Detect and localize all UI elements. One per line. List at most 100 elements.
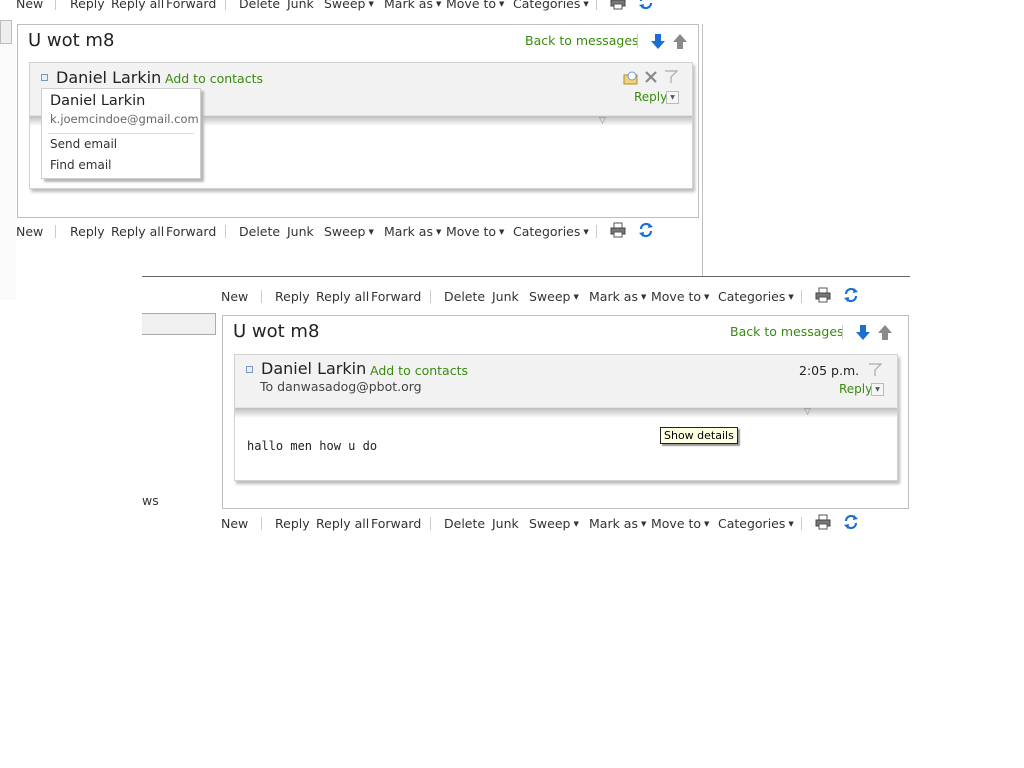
sweep-button[interactable]: Sweep ▼ [529,516,579,531]
reply-all-button[interactable]: Reply all [111,0,164,11]
junk-button[interactable]: Junk [287,0,314,11]
mark-as-button[interactable]: Mark as ▼ [589,289,646,304]
sweep-button[interactable]: Sweep ▼ [324,0,374,11]
caret-down-icon: ▼ [368,228,374,236]
sender-name[interactable]: Daniel Larkin [56,68,161,87]
sweep-button[interactable]: Sweep ▼ [529,289,579,304]
junk-button[interactable]: Junk [492,516,519,531]
delete-button[interactable]: Delete [444,289,485,304]
caret-down-icon: ▼ [704,520,710,528]
forward-button[interactable]: Forward [166,224,216,239]
sidebar-text-fragment[interactable]: ws [142,493,159,508]
screenshot-top: New Reply Reply all Forward Delete Junk … [0,0,712,300]
sweep-button[interactable]: Sweep ▼ [324,224,374,239]
move-to-button[interactable]: Move to ▼ [446,0,504,11]
new-button[interactable]: New [16,0,43,11]
new-button[interactable]: New [16,224,43,239]
caret-down-icon: ▼ [573,293,579,301]
reply-button[interactable]: Reply [70,0,105,11]
categories-button[interactable]: Categories ▼ [513,0,589,11]
forward-button[interactable]: Forward [166,0,216,11]
refresh-icon[interactable] [638,222,654,238]
contact-popup: Daniel Larkin k.joemcindoe@gmail.com Sen… [41,88,201,179]
find-email-menu-item[interactable]: Find email [50,158,112,172]
back-to-messages-link[interactable]: Back to messages [730,324,844,339]
forward-button[interactable]: Forward [371,516,421,531]
show-details-triangle-icon[interactable]: ▽ [599,116,606,126]
new-button[interactable]: New [221,289,248,304]
reply-dropdown-icon[interactable]: ▼ [666,91,679,104]
separator [596,0,597,10]
sidebar-box-fragment[interactable] [142,313,216,335]
reply-button[interactable]: Reply [275,289,310,304]
caret-down-icon: ▼ [640,520,647,528]
refresh-icon[interactable] [638,0,654,10]
move-to-button[interactable]: Move to ▼ [651,516,709,531]
show-details-triangle-icon[interactable]: ▽ [804,407,811,417]
read-status-icon[interactable] [41,74,48,81]
reply-dropdown-icon[interactable]: ▼ [871,383,884,396]
show-details-tooltip: Show details [660,427,738,444]
move-to-button[interactable]: Move to ▼ [651,289,709,304]
reply-link[interactable]: Reply [634,90,667,104]
mark-as-button[interactable]: Mark as ▼ [384,0,441,11]
side-panel-fill [0,44,16,300]
new-button[interactable]: New [221,516,248,531]
print-icon[interactable] [815,514,831,530]
categories-button[interactable]: Categories ▼ [718,516,794,531]
categories-button[interactable]: Categories ▼ [513,224,589,239]
caret-down-icon: ▼ [499,228,505,236]
junk-button[interactable]: Junk [287,224,314,239]
print-icon[interactable] [815,287,831,303]
junk-button[interactable]: Junk [492,289,519,304]
caret-down-icon: ▼ [704,293,710,301]
read-status-icon[interactable] [246,366,253,373]
caret-down-icon: ▼ [499,0,505,8]
mark-as-button[interactable]: Mark as ▼ [384,224,441,239]
next-message-arrow-icon[interactable] [651,34,665,49]
reply-all-button[interactable]: Reply all [316,289,369,304]
categories-label: Categories [718,516,786,531]
next-message-arrow-icon[interactable] [856,325,870,340]
caret-down-icon: ▼ [583,228,589,236]
categories-button[interactable]: Categories ▼ [718,289,794,304]
separator [430,290,431,303]
add-to-contacts-link[interactable]: Add to contacts [370,363,468,378]
reply-button[interactable]: Reply [70,224,105,239]
mark-as-button[interactable]: Mark as ▼ [589,516,646,531]
forward-button[interactable]: Forward [371,289,421,304]
delete-button[interactable]: Delete [239,0,280,11]
reply-all-button[interactable]: Reply all [111,224,164,239]
caret-down-icon: ▼ [368,0,374,8]
screenshot-bottom: New Reply Reply all Forward Delete Junk … [142,276,910,547]
add-to-contacts-link[interactable]: Add to contacts [165,71,263,86]
delete-button[interactable]: Delete [239,224,280,239]
caret-down-icon: ▼ [573,520,579,528]
delete-x-icon[interactable] [644,70,658,84]
print-icon[interactable] [610,222,626,238]
message-body: hallo men how u do [247,439,378,453]
refresh-icon[interactable] [843,287,859,303]
reply-link[interactable]: Reply [839,382,872,396]
move-to-label: Move to [651,289,702,304]
previous-message-arrow-icon[interactable] [878,325,892,340]
flag-icon[interactable] [868,363,882,377]
categories-label: Categories [513,0,581,11]
previous-message-arrow-icon[interactable] [673,34,687,49]
separator [55,0,56,10]
reply-button[interactable]: Reply [275,516,310,531]
side-panel-fragment [0,20,12,44]
separator [801,290,802,303]
separator [55,225,56,238]
delete-button[interactable]: Delete [444,516,485,531]
refresh-icon[interactable] [843,514,859,530]
move-to-button[interactable]: Move to ▼ [446,224,504,239]
print-icon[interactable] [610,0,626,10]
sender-name[interactable]: Daniel Larkin [261,359,366,378]
folder-icon[interactable] [623,70,639,86]
popup-contact-name: Daniel Larkin [50,93,146,109]
flag-icon[interactable] [664,70,678,84]
reply-all-button[interactable]: Reply all [316,516,369,531]
back-to-messages-link[interactable]: Back to messages [525,33,639,48]
send-email-menu-item[interactable]: Send email [50,137,117,151]
